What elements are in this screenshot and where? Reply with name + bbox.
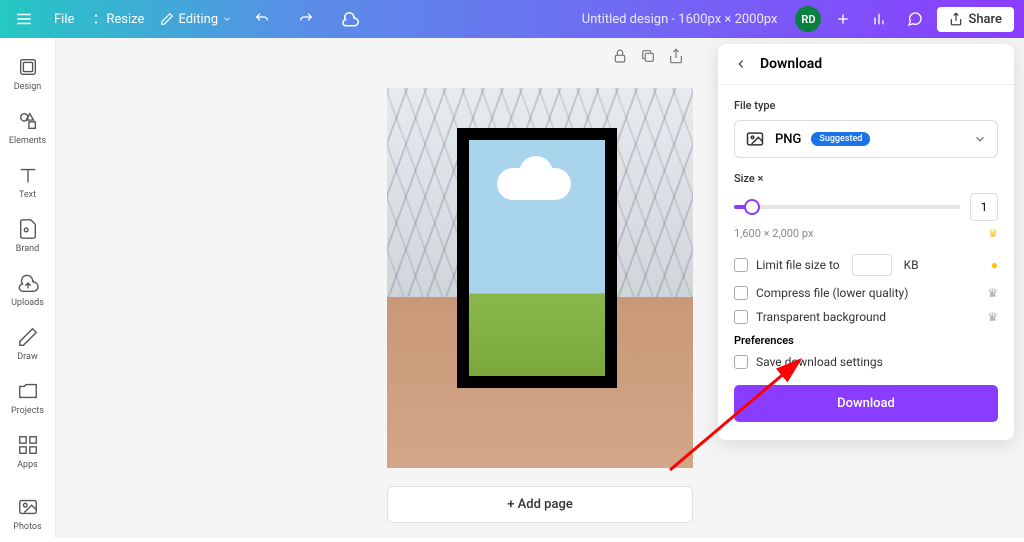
billboard-artwork <box>469 140 605 376</box>
analytics-icon[interactable] <box>865 5 893 33</box>
redo-icon[interactable] <box>292 5 320 33</box>
size-label: Size × <box>734 172 998 185</box>
left-sidebar: Design Elements Text Brand Uploads Draw … <box>0 38 56 538</box>
save-settings-label: Save download settings <box>756 355 883 369</box>
export-page-icon[interactable] <box>668 48 684 64</box>
sidebar-label-photos: Photos <box>13 522 41 532</box>
share-button[interactable]: Share <box>937 7 1014 32</box>
duplicate-icon[interactable] <box>640 48 656 64</box>
undo-icon[interactable] <box>248 5 276 33</box>
add-member-icon[interactable] <box>829 5 857 33</box>
chevron-down-icon <box>973 132 987 146</box>
sidebar-label-text: Text <box>19 190 36 200</box>
menu-icon[interactable] <box>10 5 38 33</box>
billboard-frame <box>457 128 617 388</box>
limit-filesize-label: Limit file size to <box>756 258 840 272</box>
premium-icon: ● <box>991 258 998 272</box>
transparent-label: Transparent background <box>756 310 886 324</box>
sidebar-item-design[interactable]: Design <box>0 48 55 102</box>
kb-label: KB <box>904 258 919 272</box>
sidebar-item-apps[interactable]: Apps <box>0 426 55 480</box>
slider-thumb[interactable] <box>744 199 760 215</box>
sidebar-label-projects: Projects <box>11 406 44 416</box>
dimensions-text: 1,600 × 2,000 px <box>734 227 813 240</box>
resize-menu[interactable]: Resize <box>90 12 144 27</box>
sidebar-label-brand: Brand <box>16 244 39 254</box>
document-title[interactable]: Untitled design - 1600px × 2000px <box>582 12 778 27</box>
avatar[interactable]: RD <box>795 6 821 32</box>
sidebar-label-uploads: Uploads <box>11 298 44 308</box>
comment-icon[interactable] <box>901 5 929 33</box>
sidebar-label-elements: Elements <box>9 136 46 146</box>
lock-icon[interactable] <box>612 48 628 64</box>
cloud-shape <box>497 168 571 200</box>
suggested-badge: Suggested <box>811 132 870 146</box>
cloud-sync-icon[interactable] <box>336 5 364 33</box>
download-panel: Download File type PNG Suggested Size × … <box>718 44 1014 440</box>
file-type-label: File type <box>734 99 998 112</box>
sidebar-item-projects[interactable]: Projects <box>0 372 55 426</box>
filesize-input[interactable] <box>852 254 892 276</box>
save-settings-checkbox[interactable] <box>734 355 748 369</box>
sidebar-item-elements[interactable]: Elements <box>0 102 55 156</box>
size-slider[interactable] <box>734 205 960 209</box>
size-multiplier-input[interactable] <box>970 193 998 221</box>
compress-checkbox[interactable] <box>734 286 748 300</box>
sidebar-label-apps: Apps <box>17 460 38 470</box>
crown-icon: ♛ <box>987 286 998 300</box>
sidebar-item-text[interactable]: Text <box>0 156 55 210</box>
add-page-button[interactable]: + Add page <box>387 486 693 523</box>
file-menu[interactable]: File <box>54 12 74 27</box>
canvas-page[interactable] <box>387 88 693 468</box>
preferences-label: Preferences <box>734 334 998 347</box>
sidebar-item-photos[interactable]: Photos <box>0 488 55 542</box>
sidebar-item-uploads[interactable]: Uploads <box>0 264 55 318</box>
file-type-select[interactable]: PNG Suggested <box>734 120 998 158</box>
sidebar-item-brand[interactable]: Brand <box>0 210 55 264</box>
editing-menu[interactable]: Editing <box>160 12 232 27</box>
sidebar-label-design: Design <box>14 82 42 92</box>
file-type-value: PNG <box>775 132 801 147</box>
sidebar-label-draw: Draw <box>17 352 37 362</box>
limit-filesize-checkbox[interactable] <box>734 258 748 272</box>
download-button[interactable]: Download <box>734 385 998 422</box>
crown-icon: ♛ <box>988 227 998 240</box>
back-icon[interactable] <box>734 57 748 71</box>
sidebar-item-draw[interactable]: Draw <box>0 318 55 372</box>
image-file-icon <box>745 129 765 149</box>
share-label: Share <box>968 12 1002 27</box>
panel-title: Download <box>760 56 822 72</box>
top-toolbar: File Resize Editing Untitled design - 16… <box>0 0 1024 38</box>
compress-label: Compress file (lower quality) <box>756 286 908 300</box>
transparent-checkbox[interactable] <box>734 310 748 324</box>
crown-icon: ♛ <box>987 310 998 324</box>
resize-label: Resize <box>106 12 144 27</box>
editing-label: Editing <box>178 12 218 27</box>
